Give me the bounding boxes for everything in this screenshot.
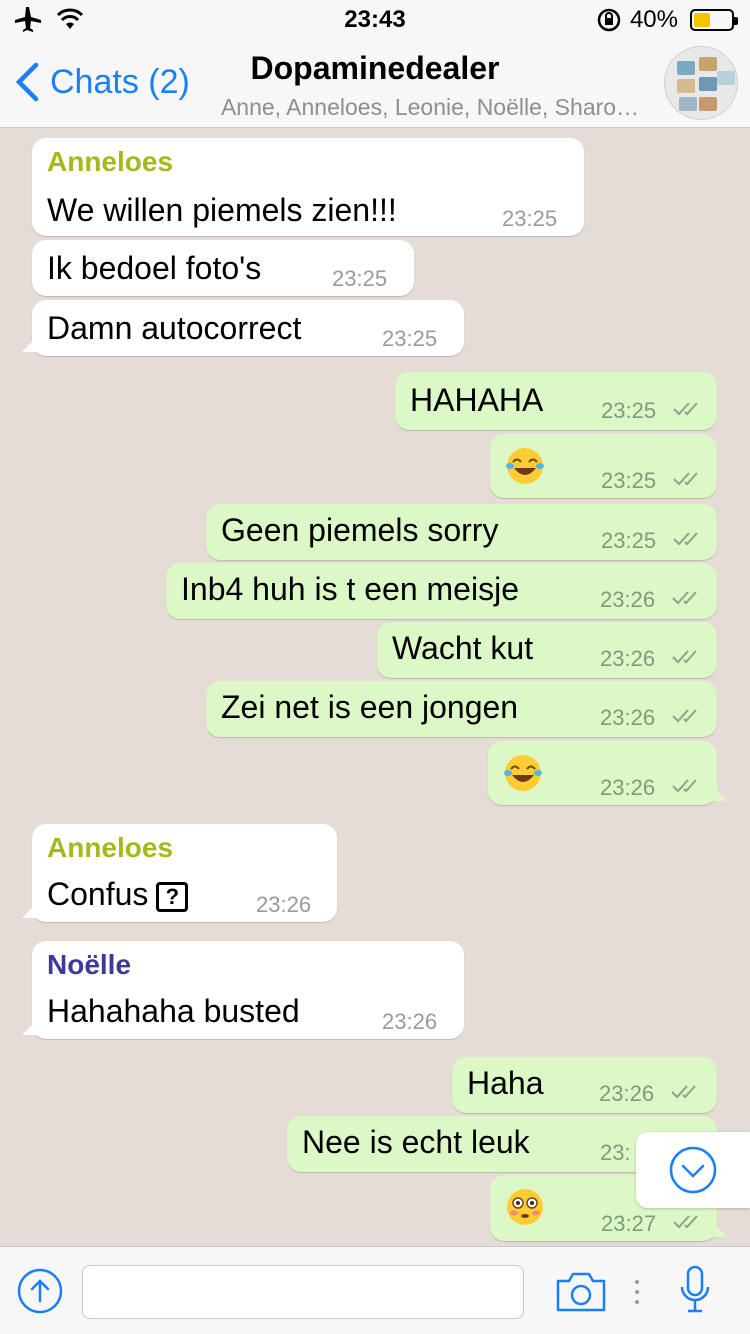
read-receipt-icon <box>672 779 697 793</box>
read-receipt-icon <box>673 532 698 546</box>
message-time: 23:26 <box>600 705 656 730</box>
battery-percent: 40% <box>629 6 678 33</box>
message-text: Nee is echt leuk <box>302 1124 530 1160</box>
chat-participants[interactable]: Anne, Anneloes, Leonie, Noëlle, Sharo… <box>200 94 660 121</box>
message-text: Haha <box>467 1065 544 1101</box>
read-receipt-icon <box>672 591 697 605</box>
scroll-to-bottom-button[interactable] <box>636 1132 750 1208</box>
message-bubble[interactable]: Ik bedoel foto's 23:25 <box>32 240 414 296</box>
message-list[interactable]: Anneloes We willen piemels zien!!! 23:25… <box>0 128 750 1246</box>
message-time: 23:26 <box>382 1009 438 1034</box>
message-text: Damn autocorrect <box>47 310 302 346</box>
flushed-face-emoji <box>507 1189 543 1225</box>
composer-bar <box>0 1246 750 1334</box>
message-bubble[interactable]: 23:25 <box>490 434 717 498</box>
message-input[interactable] <box>82 1265 524 1319</box>
send-attachment-icon[interactable] <box>16 1267 64 1315</box>
message-bubble[interactable]: HAHAHA 23:25 <box>395 372 717 430</box>
message-time: 23:25 <box>502 206 558 231</box>
read-receipt-icon <box>672 709 697 723</box>
message-bubble[interactable]: Inb4 huh is t een meisje 23:26 <box>166 563 717 619</box>
chat-header: Chats (2) Dopaminedealer Anne, Anneloes,… <box>0 40 750 128</box>
read-receipt-icon <box>671 1085 696 1099</box>
message-bubble[interactable]: Anneloes Confus? 23:26 <box>22 824 337 922</box>
back-button[interactable]: Chats (2) <box>14 62 190 102</box>
orientation-lock-icon <box>597 8 621 32</box>
message-text: Wacht kut <box>392 630 534 666</box>
more-dots-icon[interactable] <box>633 1279 641 1305</box>
chevron-down-circle-icon <box>669 1146 717 1194</box>
tears-of-joy-emoji <box>504 755 542 791</box>
tears-of-joy-emoji <box>506 448 544 484</box>
message-time: 23:25 <box>382 326 438 351</box>
message-text: Confus <box>47 876 149 912</box>
battery-icon <box>690 9 738 31</box>
message-text: We willen piemels zien!!! <box>47 192 397 228</box>
group-avatar[interactable] <box>664 46 738 120</box>
message-text: Geen piemels sorry <box>221 512 499 548</box>
message-time: 23:26 <box>256 892 312 917</box>
message-time: 23:25 <box>332 266 388 291</box>
message-bubble[interactable]: Geen piemels sorry 23:25 <box>206 504 717 560</box>
status-bar: 23:43 40% <box>0 0 750 40</box>
message-bubble[interactable]: Zei net is een jongen 23:26 <box>206 681 717 737</box>
message-text: HAHAHA <box>410 382 544 418</box>
message-time: 23: <box>600 1140 631 1165</box>
message-bubble[interactable]: 23:26 <box>488 741 727 805</box>
message-time: 23:25 <box>601 528 657 553</box>
message-time: 23:25 <box>601 468 657 493</box>
message-bubble[interactable]: Wacht kut 23:26 <box>377 622 717 678</box>
message-time: 23:25 <box>601 398 657 423</box>
sender-name: Noëlle <box>47 949 132 980</box>
chat-title[interactable]: Dopaminedealer <box>200 50 550 87</box>
message-time: 23:26 <box>600 587 656 612</box>
read-receipt-icon <box>673 1215 698 1229</box>
message-bubble[interactable]: Anneloes We willen piemels zien!!! 23:25 <box>32 138 584 236</box>
camera-icon[interactable] <box>555 1271 607 1313</box>
microphone-icon[interactable] <box>678 1265 712 1317</box>
sender-name: Anneloes <box>47 146 174 177</box>
read-receipt-icon <box>672 650 697 664</box>
message-text: Zei net is een jongen <box>221 689 519 725</box>
back-label: Chats (2) <box>50 62 190 101</box>
message-time: 23:26 <box>599 1081 655 1106</box>
message-text: Hahahaha busted <box>47 993 300 1029</box>
read-receipt-icon <box>673 472 698 486</box>
message-bubble[interactable]: Noëlle Hahahaha busted 23:26 <box>22 941 464 1039</box>
message-time: 23:26 <box>600 775 656 800</box>
sender-name: Anneloes <box>47 832 174 863</box>
message-time: 23:27 <box>601 1211 657 1236</box>
message-bubble[interactable]: Haha 23:26 <box>452 1057 717 1113</box>
message-text: Ik bedoel foto's <box>47 250 262 286</box>
message-text: Inb4 huh is t een meisje <box>181 571 519 607</box>
read-receipt-icon <box>673 402 698 416</box>
chevron-left-icon <box>15 62 39 102</box>
message-bubble[interactable]: Damn autocorrect 23:25 <box>22 300 464 356</box>
message-time: 23:26 <box>600 646 656 671</box>
unknown-character-icon: ? <box>156 881 189 912</box>
